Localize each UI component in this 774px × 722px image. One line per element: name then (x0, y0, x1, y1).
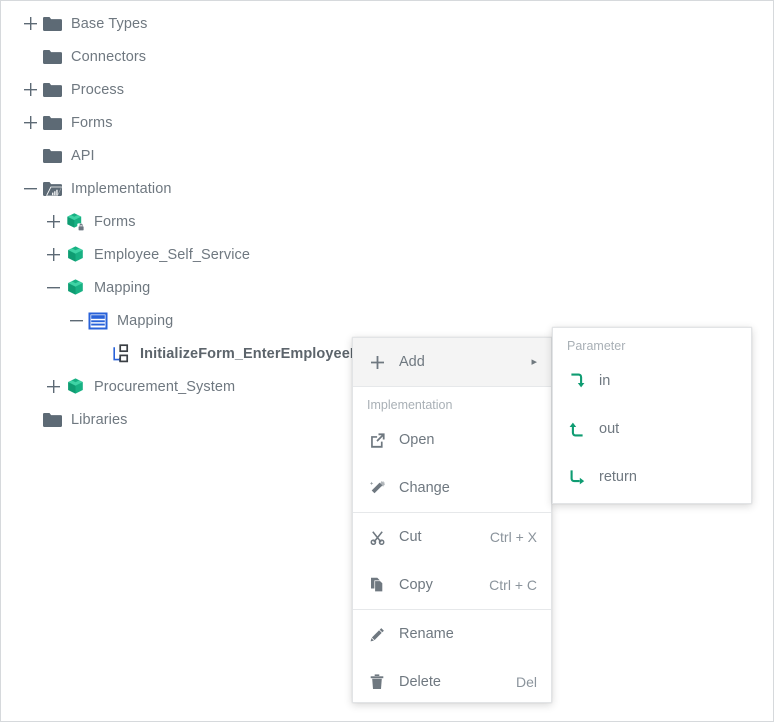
menu-item-copy[interactable]: Copy Ctrl + C (353, 561, 551, 609)
pencil-icon (367, 627, 387, 642)
menu-item-label: Delete (399, 674, 500, 690)
menu-item-cut[interactable]: Cut Ctrl + X (353, 513, 551, 561)
arrow-return-icon (567, 469, 587, 485)
menu-item-label: Change (399, 480, 521, 496)
tree-item-mapping-table[interactable]: Mapping (1, 304, 421, 337)
menu-item-open[interactable]: Open (353, 416, 551, 464)
expand-plus-icon[interactable] (42, 238, 64, 271)
package-icon (64, 244, 86, 266)
menu-item-rename[interactable]: Rename (353, 610, 551, 658)
trash-icon (367, 674, 387, 690)
tree-item-label: API (71, 148, 95, 164)
submenu-item-label: in (599, 373, 737, 389)
menu-item-change[interactable]: Change (353, 464, 551, 512)
menu-item-shortcut: Ctrl + C (489, 577, 537, 593)
expand-plus-icon[interactable] (19, 7, 41, 40)
add-submenu: Parameter in out (552, 327, 752, 504)
menu-item-shortcut: Del (516, 674, 537, 690)
tree-item-label: Employee_Self_Service (94, 247, 250, 263)
tree-item-label: Mapping (94, 280, 150, 296)
menu-item-label: Copy (399, 577, 473, 593)
tree-item-label: Implementation (71, 181, 172, 197)
menu-item-label: Open (399, 432, 521, 448)
folder-icon (41, 409, 63, 431)
collapse-minus-icon[interactable] (65, 304, 87, 337)
twisty-spacer (88, 337, 110, 370)
menu-item-label: Cut (399, 529, 474, 545)
project-explorer-panel: Base Types Connectors Process (0, 0, 774, 722)
submenu-section-label: Parameter (553, 328, 751, 357)
package-locked-icon (64, 211, 86, 233)
submenu-item-in[interactable]: in (553, 357, 751, 405)
tree-item-label: Procurement_System (94, 379, 235, 395)
expand-plus-icon[interactable] (42, 370, 64, 403)
package-icon (64, 277, 86, 299)
twisty-spacer (19, 139, 41, 172)
tree-item-api[interactable]: API (1, 139, 421, 172)
tree-item-forms[interactable]: Forms (1, 106, 421, 139)
folder-icon (41, 46, 63, 68)
menu-item-shortcut: Ctrl + X (490, 529, 537, 545)
submenu-item-out[interactable]: out (553, 405, 751, 453)
tree-item-base-types[interactable]: Base Types (1, 7, 421, 40)
submenu-item-label: out (599, 421, 737, 437)
expand-plus-icon[interactable] (19, 73, 41, 106)
open-folder-icon (41, 178, 63, 200)
plus-icon (367, 356, 387, 369)
chevron-right-icon: ▸ (531, 357, 537, 368)
scissors-icon (367, 530, 387, 545)
tree-item-mapping-package[interactable]: Mapping (1, 271, 421, 304)
tree-item-label: Libraries (71, 412, 128, 428)
tree-item-connectors[interactable]: Connectors (1, 40, 421, 73)
expand-plus-icon[interactable] (19, 106, 41, 139)
submenu-item-label: return (599, 469, 737, 485)
tree-item-label: Forms (94, 214, 136, 230)
arrow-in-icon (567, 373, 587, 389)
operation-icon (110, 343, 132, 365)
package-icon (64, 376, 86, 398)
collapse-minus-icon[interactable] (19, 172, 41, 205)
tree-item-employee-self-service[interactable]: Employee_Self_Service (1, 238, 421, 271)
tree-item-implementation[interactable]: Implementation (1, 172, 421, 205)
submenu-item-return[interactable]: return (553, 453, 751, 501)
expand-plus-icon[interactable] (42, 205, 64, 238)
menu-item-delete[interactable]: Delete Del (353, 658, 551, 706)
tree-item-label: Connectors (71, 49, 146, 65)
menu-item-add[interactable]: Add ▸ (353, 338, 551, 386)
folder-icon (41, 112, 63, 134)
tree-item-label: InitializeForm_EnterEmployeeData (140, 346, 382, 362)
menu-bottom-padding (353, 706, 551, 718)
mapping-table-icon (87, 310, 109, 332)
tree-item-label: Process (71, 82, 124, 98)
magic-wand-icon (367, 480, 387, 496)
tree-item-impl-forms[interactable]: Forms (1, 205, 421, 238)
tree-item-label: Base Types (71, 16, 148, 32)
tree-item-label: Forms (71, 115, 113, 131)
twisty-spacer (19, 40, 41, 73)
folder-icon (41, 79, 63, 101)
external-link-icon (367, 433, 387, 448)
menu-item-label: Rename (399, 626, 521, 642)
collapse-minus-icon[interactable] (42, 271, 64, 304)
tree-item-process[interactable]: Process (1, 73, 421, 106)
tree-item-label: Mapping (117, 313, 173, 329)
menu-item-label: Add (399, 354, 523, 370)
twisty-spacer (19, 403, 41, 436)
folder-icon (41, 13, 63, 35)
menu-section-label: Implementation (353, 387, 551, 416)
context-menu: Add ▸ Implementation Open (352, 337, 552, 703)
folder-icon (41, 145, 63, 167)
submenu-bottom-padding (553, 501, 751, 513)
arrow-out-icon (567, 421, 587, 437)
copy-icon (367, 577, 387, 593)
